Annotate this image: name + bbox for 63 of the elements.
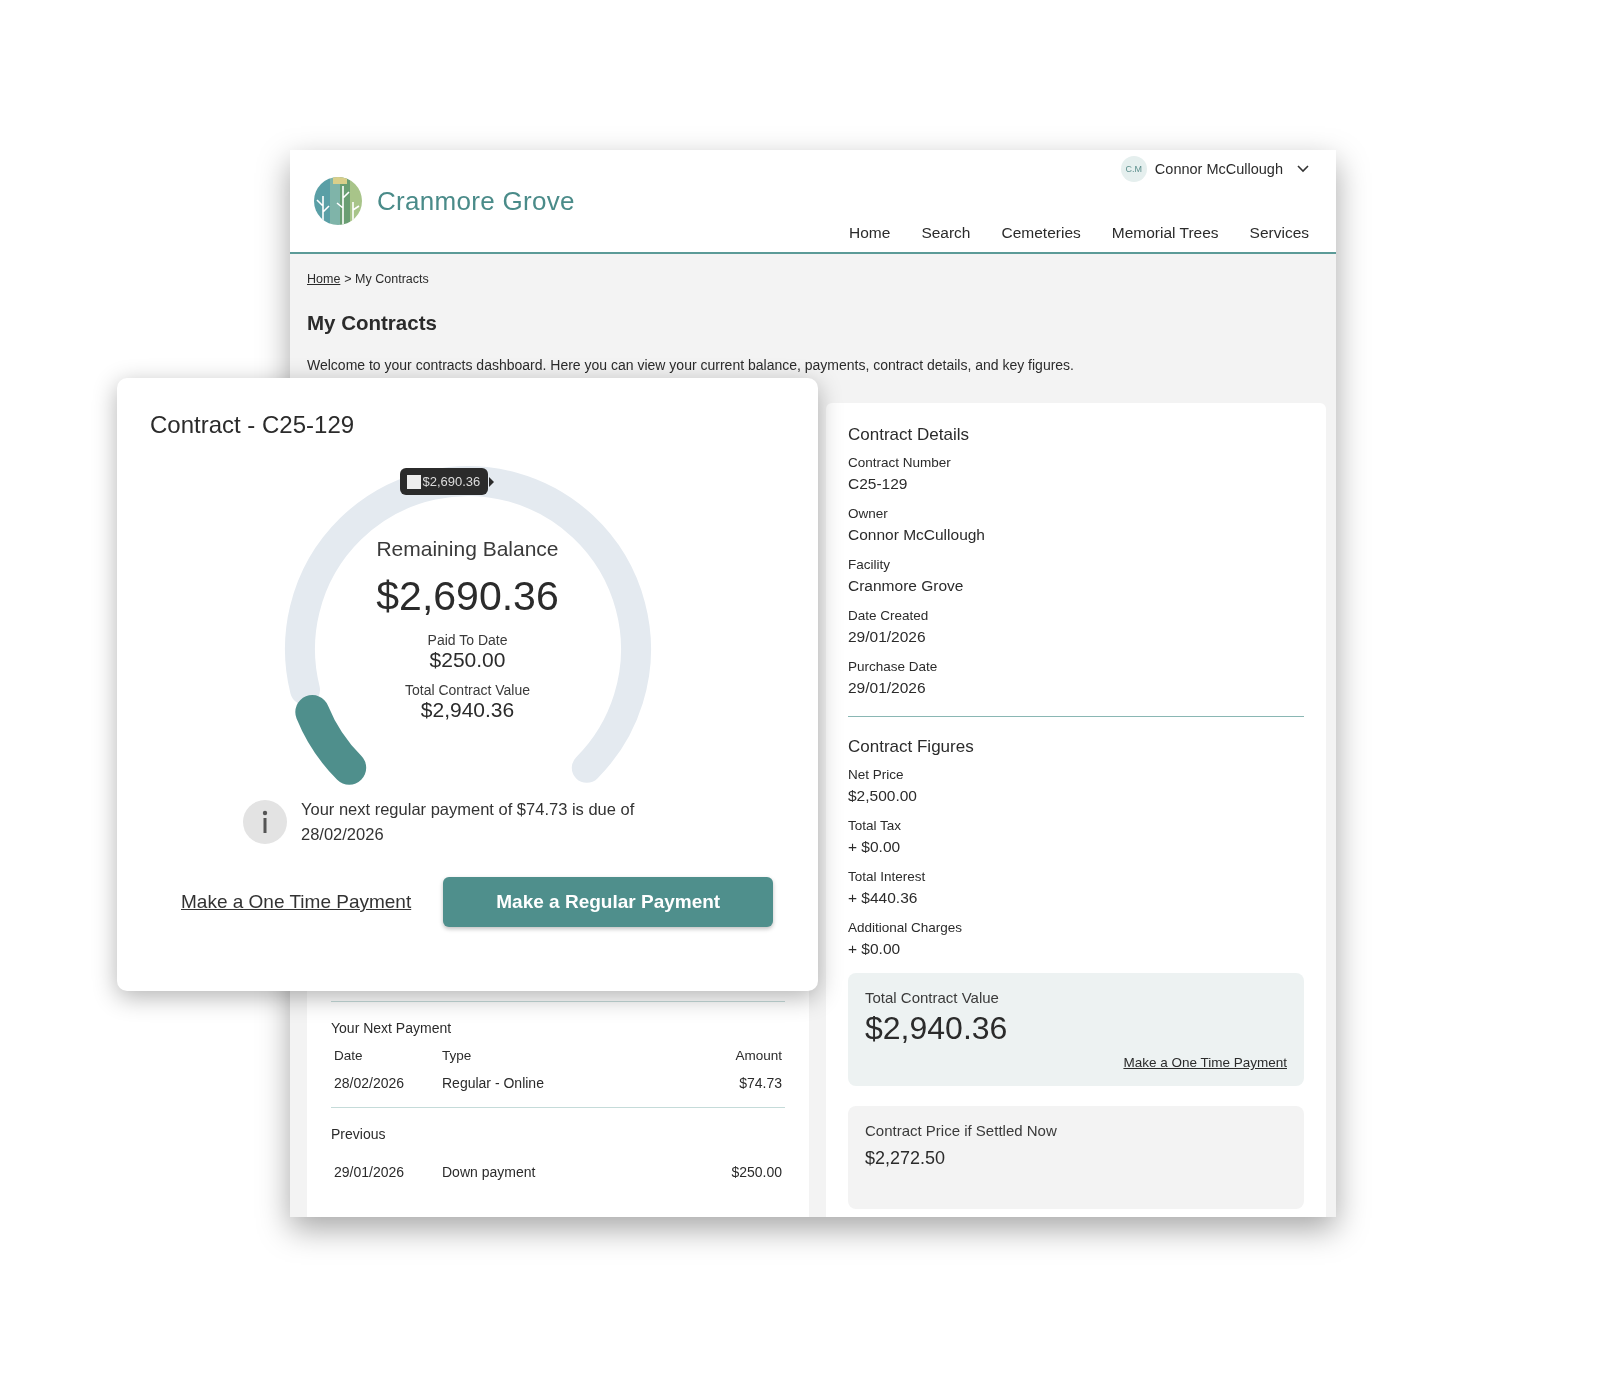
- card-title: Contract - C25-129: [149, 410, 356, 439]
- total-label: Total Contract Value: [865, 989, 1000, 1006]
- settle-value: $2,272.50: [865, 1148, 947, 1169]
- nav-link[interactable]: Home: [849, 224, 891, 242]
- section-title: Your Next Payment: [331, 1020, 453, 1036]
- column-header: Amount: [735, 1048, 782, 1063]
- balance-label: Remaining Balance: [376, 537, 559, 561]
- field-value: $2,500.00: [848, 787, 918, 805]
- settle-label: Contract Price if Settled Now: [865, 1122, 1058, 1139]
- swatch-icon: [406, 474, 421, 489]
- avatar: C.M: [1120, 156, 1147, 182]
- field-label: Date Created: [848, 608, 930, 623]
- nav-link[interactable]: Memorial Trees: [1111, 224, 1219, 242]
- field-label: Additional Charges: [848, 920, 964, 935]
- field-label: Total Interest: [848, 869, 927, 884]
- section-title: Contract Details: [848, 425, 970, 445]
- table-cell-text: Down payment: [442, 1164, 537, 1180]
- paid-label: Paid To Date: [427, 632, 508, 648]
- nav-link[interactable]: Search: [921, 224, 971, 242]
- field-value: 29/01/2026: [848, 679, 927, 697]
- field-label: Purchase Date: [848, 659, 939, 674]
- table-cell-text: 28/02/2026: [334, 1075, 406, 1091]
- one-time-payment-link[interactable]: Make a One Time Payment: [1123, 1055, 1287, 1070]
- field-value: + $0.00: [848, 838, 902, 856]
- field-label: Facility: [848, 557, 891, 572]
- total-label: Total Contract Value: [405, 682, 530, 698]
- table-cell-text: 29/01/2026: [334, 1164, 406, 1180]
- balance-amount: $2,690.36: [376, 573, 559, 620]
- page-intro: Welcome to your contracts dashboard. Here you can view your current balance, payments, contract details, and key figures.: [307, 357, 1075, 373]
- section-title: Contract Figures: [848, 737, 975, 757]
- field-label: Owner: [848, 506, 889, 521]
- total-value: $2,940.36: [865, 1010, 1009, 1047]
- chevron-down-icon: [1297, 165, 1309, 173]
- paid-amount: $250.00: [429, 648, 506, 672]
- regular-payment-button[interactable]: Make a Regular Payment: [443, 877, 774, 927]
- payment-notice: Your next regular payment of $74.73 is due of 28/02/2026: [301, 799, 636, 845]
- nav-link[interactable]: Cemeteries: [1001, 224, 1081, 242]
- breadcrumb-current: > My Contracts: [344, 272, 429, 286]
- total-amount: $2,940.36: [420, 698, 515, 722]
- field-label: Total Tax: [848, 818, 903, 833]
- field-label: Net Price: [848, 767, 905, 782]
- field-label: Contract Number: [848, 455, 952, 470]
- table-cell-text: $74.73: [738, 1075, 782, 1091]
- one-time-payment-link[interactable]: Make a One Time Payment: [181, 891, 412, 913]
- page-title: My Contracts: [307, 311, 438, 335]
- field-value: Connor McCullough: [848, 526, 986, 544]
- nav-link[interactable]: Services: [1249, 224, 1309, 242]
- table-cell-text: Regular - Online: [442, 1075, 545, 1091]
- brand-name: Cranmore Grove: [377, 185, 575, 217]
- field-value: C25-129: [848, 475, 909, 493]
- field-value: Cranmore Grove: [848, 577, 965, 595]
- field-value: + $0.00: [848, 940, 902, 958]
- tooltip-value: $2,690.36: [422, 474, 481, 489]
- user-menu[interactable]: C.M Connor McCullough: [1120, 156, 1309, 182]
- section-title: Previous: [331, 1126, 387, 1142]
- logo-icon: [313, 176, 363, 226]
- column-header: Type: [442, 1048, 473, 1063]
- breadcrumb-link[interactable]: Home: [307, 272, 341, 286]
- column-header: Date: [334, 1048, 364, 1063]
- info-icon: [243, 800, 287, 844]
- field-value: + $440.36: [848, 889, 919, 907]
- field-value: 29/01/2026: [848, 628, 927, 646]
- table-cell: $250.00: [731, 1164, 782, 1180]
